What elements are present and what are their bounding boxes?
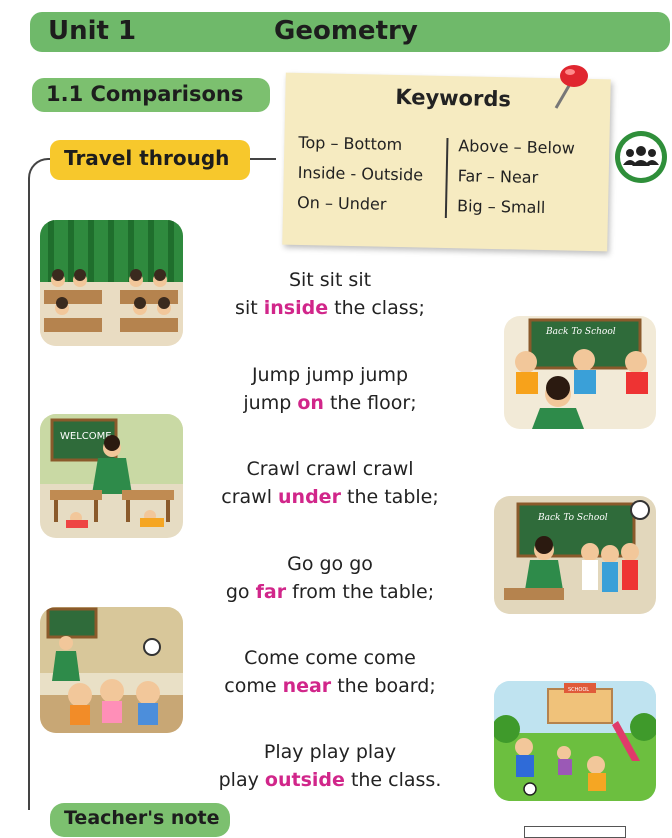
verse-line-2: jump on the floor; — [200, 389, 460, 417]
section-title: 1.1 Comparisons — [46, 82, 244, 106]
verse-line-1: Sit sit sit — [288, 269, 372, 291]
verse-pre: play — [218, 769, 259, 791]
verse-line-1: Go go go — [287, 553, 373, 575]
verse-line-1: Come come come — [244, 647, 416, 669]
activity-label: Travel through — [64, 146, 230, 170]
keyword-highlight: under — [278, 486, 341, 508]
poem-verse-6: Play play play play outside the class. — [200, 738, 460, 794]
group-people-icon — [615, 131, 667, 183]
welcome-board-text: WELCOME — [60, 431, 112, 442]
keyword-left-1: Top – Bottom — [298, 132, 403, 155]
verse-line-2: sit inside the class; — [200, 294, 460, 322]
verse-post: the floor; — [329, 392, 417, 414]
keyword-right-1: Above – Below — [458, 136, 576, 158]
verse-line-2: come near the board; — [200, 672, 460, 700]
verse-pre: go — [225, 581, 250, 603]
scene-playground-outside: SCHOOL — [494, 681, 656, 801]
verse-pre: sit — [235, 297, 258, 319]
poem-verse-3: Crawl crawl crawl crawl under the table; — [200, 455, 460, 511]
verse-line-2: crawl under the table; — [200, 483, 460, 511]
scene-back-to-school-1: Back To School — [504, 316, 656, 429]
poem-verse-1: Sit sit sit sit inside the class; — [200, 266, 460, 322]
keywords-divider — [444, 137, 449, 219]
scene-classroom-sitting — [40, 220, 183, 346]
verse-post: the table; — [347, 486, 439, 508]
keyword-left-3: On – Under — [296, 192, 387, 214]
school-sign-text: SCHOOL — [568, 687, 589, 693]
unit-header-bar: Unit 1 Geometry — [30, 12, 670, 52]
verse-line-2: go far from the table; — [200, 578, 460, 606]
verse-line-1: Play play play — [263, 741, 397, 763]
keyword-highlight: far — [255, 581, 287, 603]
poem-verse-4: Go go go go far from the table; — [200, 550, 460, 606]
unit-number: Unit 1 — [48, 16, 137, 46]
keyword-right-3: Big – Small — [456, 196, 546, 218]
teacher-note-pill: Teacher's note — [50, 803, 230, 837]
push-pin-icon — [554, 65, 588, 109]
teacher-note-label: Teacher's note — [64, 807, 220, 829]
activity-label-pill: Travel through — [50, 140, 250, 180]
board-text-1: Back To School — [545, 327, 616, 337]
scene-back-to-school-2: Back To School — [494, 496, 656, 614]
keywords-title: Keywords — [395, 84, 512, 112]
keyword-highlight: outside — [264, 769, 345, 791]
activity-frame-line — [250, 158, 276, 161]
verse-post: from the table; — [292, 581, 435, 603]
poem-verse-5: Come come come come near the board; — [200, 644, 460, 700]
verse-pre: jump — [243, 392, 292, 414]
verse-pre: crawl — [221, 486, 272, 508]
scene-classroom-welcome: WELCOME — [40, 414, 183, 538]
unit-title: Geometry — [274, 16, 418, 46]
poem-verse-2: Jump jump jump jump on the floor; — [200, 361, 460, 417]
note-box — [524, 826, 626, 838]
verse-post: the board; — [337, 675, 436, 697]
keyword-highlight: inside — [263, 297, 329, 319]
board-text-2: Back To School — [537, 513, 608, 523]
keyword-left-2: Inside - Outside — [297, 162, 424, 185]
keyword-highlight: near — [282, 675, 332, 697]
keyword-right-2: Far – Near — [457, 166, 539, 187]
keyword-highlight: on — [297, 392, 324, 414]
section-title-pill: 1.1 Comparisons — [32, 78, 270, 112]
verse-post: the class; — [334, 297, 425, 319]
verse-line-2: play outside the class. — [200, 766, 460, 794]
verse-line-1: Jump jump jump — [251, 364, 409, 386]
verse-pre: come — [224, 675, 277, 697]
verse-post: the class. — [350, 769, 442, 791]
scene-classroom-near-board — [40, 607, 183, 733]
verse-line-1: Crawl crawl crawl — [246, 458, 414, 480]
